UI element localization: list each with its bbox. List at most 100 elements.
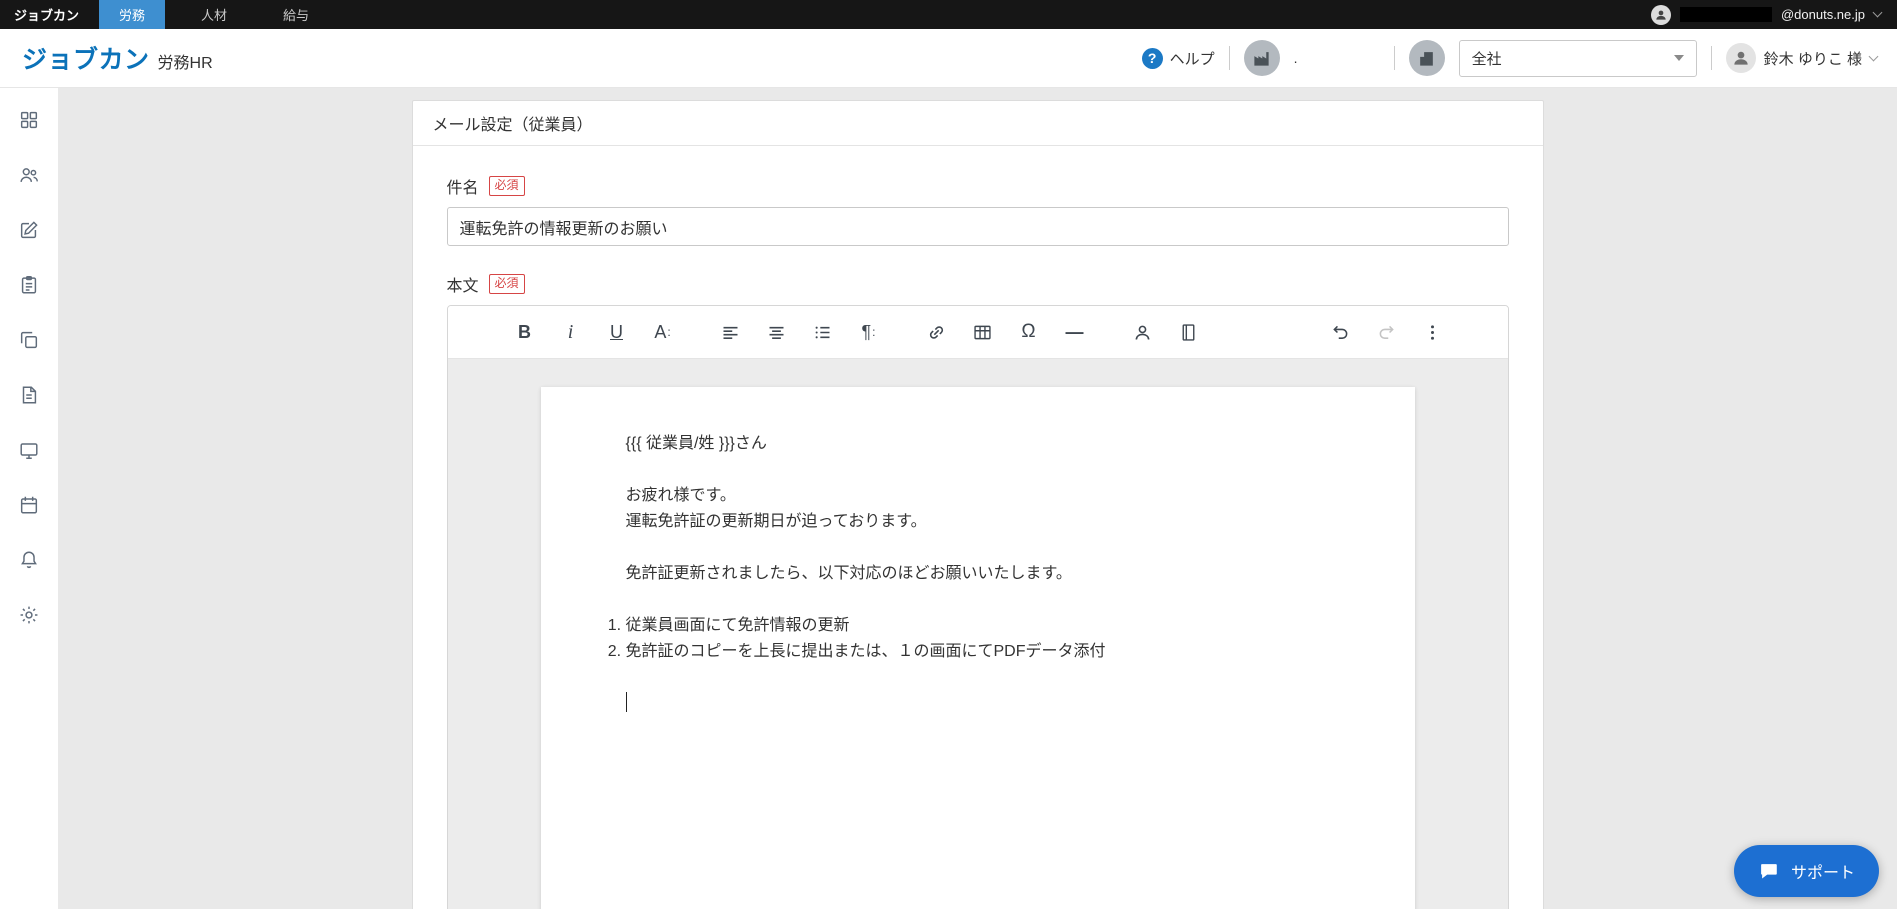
top-service-bar: ジョブカン 労務 人材 給与 @donuts.ne.jp <box>0 0 1897 29</box>
page-title: メール設定（従業員） <box>412 101 1543 146</box>
list-button[interactable] <box>806 314 840 350</box>
user-menu[interactable]: 鈴木 ゆりこ 様 <box>1725 43 1879 73</box>
main-content: メール設定（従業員） 件名 必須 本文 必須 B i U <box>58 88 1897 909</box>
mail-settings-card: メール設定（従業員） 件名 必須 本文 必須 B i U <box>411 100 1544 909</box>
help-icon: ? <box>1141 47 1163 69</box>
body-line: お疲れ様です。 <box>625 487 736 504</box>
help-label: ヘルプ <box>1169 50 1215 68</box>
user-name: 鈴木 ゆりこ 様 <box>1763 50 1862 68</box>
edit-icon <box>20 221 38 239</box>
dashboard-icon <box>20 111 38 129</box>
list-item: 免許証のコピーを上長に提出または、１の画面にてPDFデータ添付 <box>626 639 1330 665</box>
redo-icon <box>1379 325 1394 339</box>
subject-label: 件名 <box>446 180 479 197</box>
company-button[interactable] <box>1243 40 1280 76</box>
divider <box>1228 46 1230 70</box>
calendar-icon <box>20 496 38 514</box>
chat-bubble-icon <box>1761 864 1777 879</box>
redo-button[interactable] <box>1370 314 1404 350</box>
account-email: @donuts.ne.jp <box>1780 7 1865 22</box>
horizontal-rule-button[interactable]: — <box>1058 314 1092 350</box>
topbar-account[interactable]: @donuts.ne.jp <box>1650 0 1897 29</box>
rich-text-editor: B i U A: ¶: Ω — {{{従業員/姓}}}さん お疲れ様です。… <box>446 305 1509 909</box>
insert-variable-button[interactable] <box>1126 314 1160 350</box>
user-avatar-icon <box>1725 43 1756 73</box>
align-center-icon <box>769 326 784 339</box>
table-icon <box>974 325 991 339</box>
required-badge: 必須 <box>488 176 525 196</box>
sidebar-item-settings[interactable] <box>15 601 43 629</box>
memo-icon <box>21 276 37 294</box>
more-options-button[interactable] <box>1416 314 1450 350</box>
logo-brand-text: ジョブカン <box>22 46 150 74</box>
left-sidebar <box>0 88 58 909</box>
logo-product-text: 労務HR <box>157 55 213 72</box>
sidebar-item-notifications[interactable] <box>15 546 43 574</box>
text-caret <box>625 692 627 712</box>
account-name-redacted <box>1679 7 1772 22</box>
more-vertical-icon <box>1431 324 1434 340</box>
sidebar-item-calendar[interactable] <box>15 491 43 519</box>
divider <box>1710 46 1712 70</box>
special-char-button[interactable]: Ω <box>1012 314 1046 350</box>
divider <box>1393 46 1395 70</box>
employees-icon <box>20 168 38 182</box>
body-line-greeting: {{{ 従業員/姓 }}}さん <box>625 435 767 452</box>
document-icon <box>22 386 37 404</box>
link-icon <box>929 325 944 339</box>
monitor-icon <box>20 443 38 459</box>
gear-icon <box>20 606 38 624</box>
support-button[interactable]: サポート <box>1733 845 1879 897</box>
person-icon <box>1135 325 1150 340</box>
jobcan-brand[interactable]: ジョブカン <box>0 0 99 29</box>
bold-button[interactable]: B <box>508 314 542 350</box>
ordered-list-icon <box>815 326 830 338</box>
underline-button[interactable]: U <box>600 314 634 350</box>
page-margin-button[interactable] <box>1172 314 1206 350</box>
undo-icon <box>1333 325 1348 339</box>
mail-body-document[interactable]: {{{ 従業員/姓 }}}さん お疲れ様です。 運転免許証の更新期日が迫っており… <box>540 387 1415 909</box>
paragraph-format-button[interactable]: ¶: <box>852 314 886 350</box>
office-button[interactable] <box>1408 40 1445 76</box>
italic-button[interactable]: i <box>554 314 588 350</box>
company-scope-value: 全社 <box>1471 50 1502 68</box>
link-button[interactable] <box>920 314 954 350</box>
body-line: 免許証更新されましたら、以下対応のほどお願いいたします。 <box>625 565 1072 582</box>
copy-icon <box>20 331 38 349</box>
sidebar-item-copy[interactable] <box>15 326 43 354</box>
body-label: 本文 <box>446 278 479 295</box>
app-header: ジョブカン 労務HR ? ヘルプ . 全社 鈴木 ゆりこ 様 <box>0 29 1897 88</box>
page-margin-icon <box>1182 323 1195 341</box>
service-tab-jinzai[interactable]: 人材 <box>181 0 247 29</box>
body-line: 運転免許証の更新期日が迫っております。 <box>625 513 927 530</box>
support-label: サポート <box>1790 865 1855 882</box>
sidebar-item-employees[interactable] <box>15 161 43 189</box>
chevron-down-icon <box>1872 7 1883 18</box>
service-tab-roumu[interactable]: 労務 <box>99 0 166 29</box>
align-left-button[interactable] <box>714 314 748 350</box>
sidebar-item-dashboard[interactable] <box>15 106 43 134</box>
sidebar-item-document[interactable] <box>15 381 43 409</box>
align-left-icon <box>723 326 738 339</box>
factory-icon <box>1254 51 1269 66</box>
font-size-button[interactable]: A: <box>646 314 680 350</box>
align-center-button[interactable] <box>760 314 794 350</box>
building-icon <box>1420 51 1433 66</box>
editor-canvas[interactable]: {{{ 従業員/姓 }}}さん お疲れ様です。 運転免許証の更新期日が迫っており… <box>447 359 1508 909</box>
select-arrow-icon <box>1673 55 1684 61</box>
subject-input[interactable] <box>446 207 1509 246</box>
sidebar-item-monitor[interactable] <box>15 436 43 464</box>
sidebar-item-edit[interactable] <box>15 216 43 244</box>
header-actions: ? ヘルプ . 全社 鈴木 ゆりこ 様 <box>1141 39 1879 77</box>
undo-button[interactable] <box>1324 314 1358 350</box>
company-scope-select[interactable]: 全社 <box>1458 39 1697 77</box>
sidebar-item-memo[interactable] <box>15 271 43 299</box>
app-logo[interactable]: ジョブカン 労務HR <box>22 40 213 76</box>
table-button[interactable] <box>966 314 1000 350</box>
service-tab-kyuyo[interactable]: 給与 <box>263 0 329 29</box>
account-avatar-icon <box>1650 4 1671 25</box>
editor-toolbar: B i U A: ¶: Ω — <box>447 306 1508 359</box>
cursor-line <box>625 691 1330 717</box>
company-name-text: . <box>1293 50 1298 66</box>
help-button[interactable]: ? ヘルプ <box>1141 47 1215 69</box>
